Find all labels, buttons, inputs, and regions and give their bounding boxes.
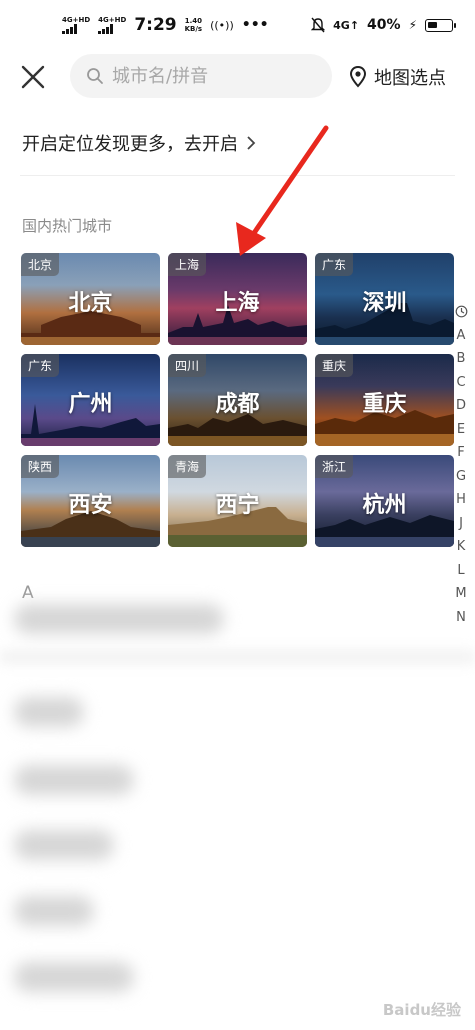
list-item[interactable] [14, 604, 224, 634]
city-name: 重庆 [362, 392, 407, 417]
city-name: 西安 [68, 493, 113, 518]
province-tag: 四川 [168, 354, 207, 377]
city-name: 西宁 [215, 493, 260, 518]
battery-icon [425, 18, 456, 32]
hot-cities-grid: 北京 北京 上海 上海 广东 深圳 广东 广州 四川 成都 重庆 重庆 陕西 西… [21, 253, 454, 547]
signal-2: 4G+HD [98, 15, 127, 34]
network-type-2: 4G+HD [98, 15, 127, 24]
city-card-xining[interactable]: 青海 西宁 [168, 455, 307, 547]
hotspot-icon: ((•)) [210, 18, 234, 32]
index-letter[interactable]: H [456, 488, 466, 512]
list-item[interactable] [14, 697, 84, 727]
city-card-hangzhou[interactable]: 浙江 杭州 [315, 455, 454, 547]
city-name: 杭州 [362, 493, 407, 518]
mute-bell-icon [311, 17, 326, 33]
search-box[interactable] [70, 54, 332, 98]
province-tag: 青海 [168, 455, 207, 478]
charging-icon: ⚡ [408, 18, 417, 32]
index-letter[interactable]: A [457, 324, 466, 348]
hot-cities-title: 国内热门城市 [22, 217, 113, 235]
status-bar: 4G+HD 4G+HD 7:29 1.40 KB/s ((•)) ••• 4G↑… [0, 0, 475, 50]
network-speed: 1.40 KB/s [185, 17, 202, 33]
city-card-guangzhou[interactable]: 广东 广州 [21, 354, 160, 446]
section-letter: A [22, 583, 34, 603]
clock-icon [455, 305, 467, 318]
city-card-xian[interactable]: 陕西 西安 [21, 455, 160, 547]
network-type-1: 4G+HD [62, 15, 91, 24]
location-prompt-text: 开启定位发现更多，去开启 [22, 134, 238, 155]
list-item[interactable] [14, 896, 94, 926]
city-card-shenzhen[interactable]: 广东 深圳 [315, 253, 454, 345]
mobile-data-indicator: 4G↑ [333, 18, 360, 32]
city-name: 广州 [68, 392, 113, 417]
index-letter[interactable]: D [456, 394, 466, 418]
city-name: 北京 [68, 291, 113, 316]
city-card-chongqing[interactable]: 重庆 重庆 [315, 354, 454, 446]
enable-location-link[interactable]: 开启定位发现更多，去开启 [22, 130, 256, 156]
signal-bars-icon [98, 23, 114, 34]
index-letter[interactable]: M [455, 582, 466, 606]
index-letter[interactable]: L [457, 559, 464, 583]
signal-bars-icon [62, 23, 77, 34]
header: 地图选点 [0, 50, 475, 105]
chevron-right-icon [247, 136, 256, 150]
city-card-beijing[interactable]: 北京 北京 [21, 253, 160, 345]
province-tag: 上海 [168, 253, 207, 276]
divider [20, 175, 455, 176]
index-letter[interactable]: J [459, 512, 463, 536]
more-dots-icon: ••• [241, 17, 269, 33]
index-letter[interactable]: E [457, 418, 465, 442]
clock: 7:29 [134, 15, 177, 35]
map-pick-label: 地图选点 [374, 68, 446, 89]
battery-percent: 40% [367, 17, 401, 33]
province-tag: 广东 [315, 253, 354, 276]
divider [0, 650, 475, 664]
province-tag: 陕西 [21, 455, 60, 478]
city-card-shanghai[interactable]: 上海 上海 [168, 253, 307, 345]
index-clock-icon[interactable] [455, 300, 468, 324]
index-letter[interactable]: C [456, 371, 465, 395]
search-icon [87, 68, 103, 84]
list-item[interactable] [14, 830, 114, 860]
letter-index[interactable]: A B C D E F G H J K L M N [450, 300, 472, 629]
province-tag: 浙江 [315, 455, 354, 478]
city-name: 深圳 [362, 291, 407, 316]
speed-value: 1.40 [184, 17, 202, 25]
signal-1: 4G+HD [62, 15, 91, 34]
speed-unit: KB/s [184, 25, 203, 33]
index-letter[interactable]: G [456, 465, 466, 489]
index-letter[interactable]: K [457, 535, 466, 559]
city-name: 上海 [215, 291, 260, 316]
province-tag: 北京 [21, 253, 60, 276]
province-tag: 广东 [21, 354, 60, 377]
city-card-chengdu[interactable]: 四川 成都 [168, 354, 307, 446]
list-item[interactable] [14, 765, 134, 795]
watermark: Baidu经验 [382, 1001, 461, 1019]
list-item[interactable] [14, 962, 134, 992]
province-tag: 重庆 [315, 354, 354, 377]
search-input[interactable] [112, 65, 312, 87]
close-icon[interactable] [18, 62, 48, 92]
city-name: 成都 [215, 392, 260, 417]
index-letter[interactable]: F [457, 441, 464, 465]
map-pin-icon [349, 66, 367, 88]
index-letter[interactable]: N [456, 606, 466, 630]
map-pick-button[interactable]: 地图选点 [348, 64, 446, 90]
index-letter[interactable]: B [457, 347, 466, 371]
